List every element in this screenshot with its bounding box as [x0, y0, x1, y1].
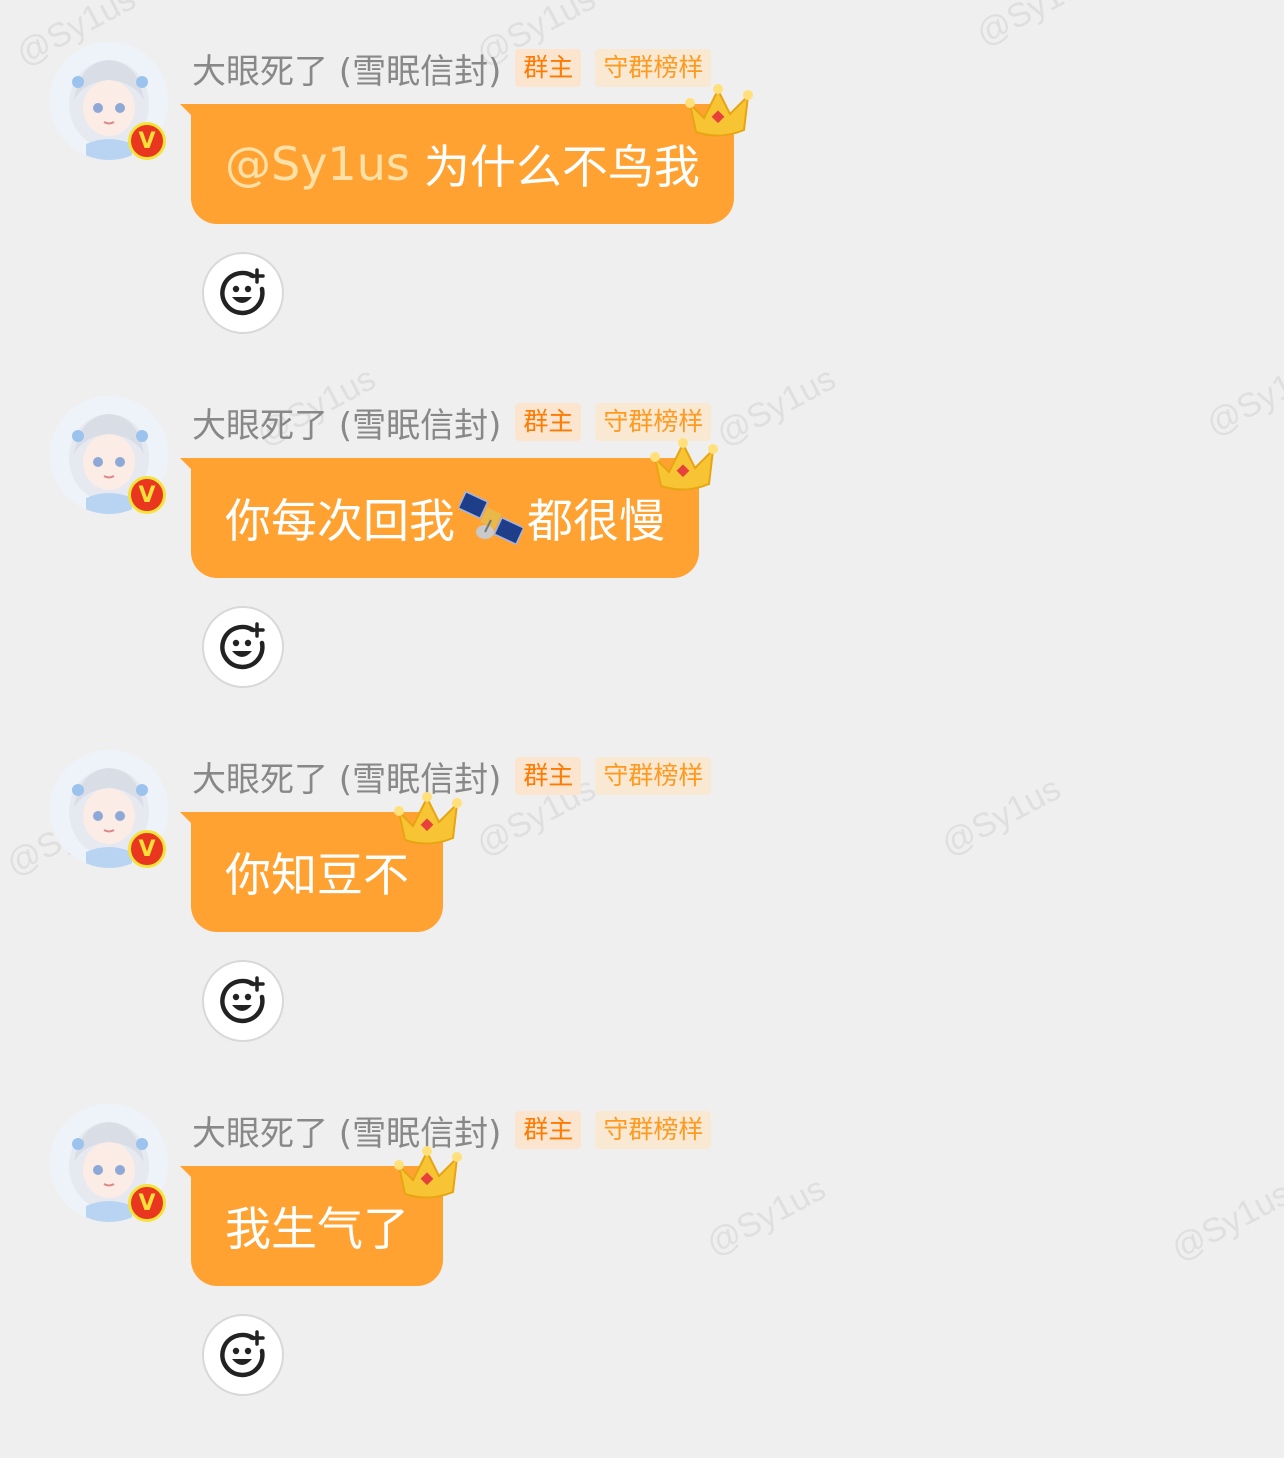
chat-message: V 大眼死了 (雪眠信封) 群主 守群榜样 你知豆不 [0, 750, 1284, 1104]
owner-tag: 群主 [515, 1111, 582, 1149]
message-text: 为什么不鸟我 [423, 140, 700, 194]
add-reaction-button[interactable] [202, 960, 284, 1042]
verified-badge-icon: V [128, 122, 166, 160]
owner-tag: 群主 [515, 757, 582, 795]
add-reaction-icon [220, 622, 265, 670]
chat-message: V 大眼死了 (雪眠信封) 群主 守群榜样 @Sy1us 为什么不鸟我 [0, 42, 1284, 396]
verified-badge-icon: V [128, 476, 166, 514]
add-reaction-button[interactable] [202, 606, 284, 688]
chat-message: V 大眼死了 (雪眠信封) 群主 守群榜样 你每次回我 都很慢 [0, 396, 1284, 750]
verified-badge-icon: V [128, 1184, 166, 1222]
crown-icon [684, 84, 753, 137]
crown-icon [394, 1146, 462, 1199]
message-bubble[interactable]: 你每次回我 都很慢 [191, 438, 718, 578]
message-text: 我生气了 [225, 1202, 409, 1256]
verified-badge-icon: V [128, 830, 166, 868]
owner-tag: 群主 [515, 403, 582, 441]
avatar[interactable]: V [50, 396, 168, 514]
add-reaction-icon [220, 268, 265, 316]
message-text: 都很慢 [527, 494, 665, 548]
crown-icon [650, 438, 718, 491]
chat-message: V 大眼死了 (雪眠信封) 群主 守群榜样 我生气了 [0, 1104, 1284, 1458]
avatar[interactable]: V [50, 1104, 168, 1222]
honor-tag: 守群榜样 [595, 1111, 712, 1149]
message-bubble[interactable]: 你知豆不 [191, 792, 462, 932]
add-reaction-icon [220, 976, 265, 1024]
honor-tag: 守群榜样 [595, 757, 712, 795]
mention-link[interactable]: @Sy1us [225, 137, 410, 191]
add-reaction-button[interactable] [202, 1314, 284, 1396]
message-bubble[interactable]: 我生气了 [191, 1146, 462, 1286]
satellite-emoji [459, 490, 523, 546]
add-reaction-button[interactable] [202, 252, 284, 334]
message-text: 你每次回我 [225, 494, 455, 548]
avatar[interactable]: V [50, 42, 168, 160]
message-bubble[interactable]: @Sy1us 为什么不鸟我 [191, 84, 753, 224]
sender-name[interactable]: 大眼死了 (雪眠信封) [192, 398, 501, 447]
sender-name[interactable]: 大眼死了 (雪眠信封) [192, 44, 501, 93]
owner-tag: 群主 [515, 49, 582, 87]
message-text: 你知豆不 [225, 848, 409, 902]
add-reaction-icon [220, 1330, 265, 1378]
crown-icon [394, 792, 462, 845]
avatar[interactable]: V [50, 750, 168, 868]
